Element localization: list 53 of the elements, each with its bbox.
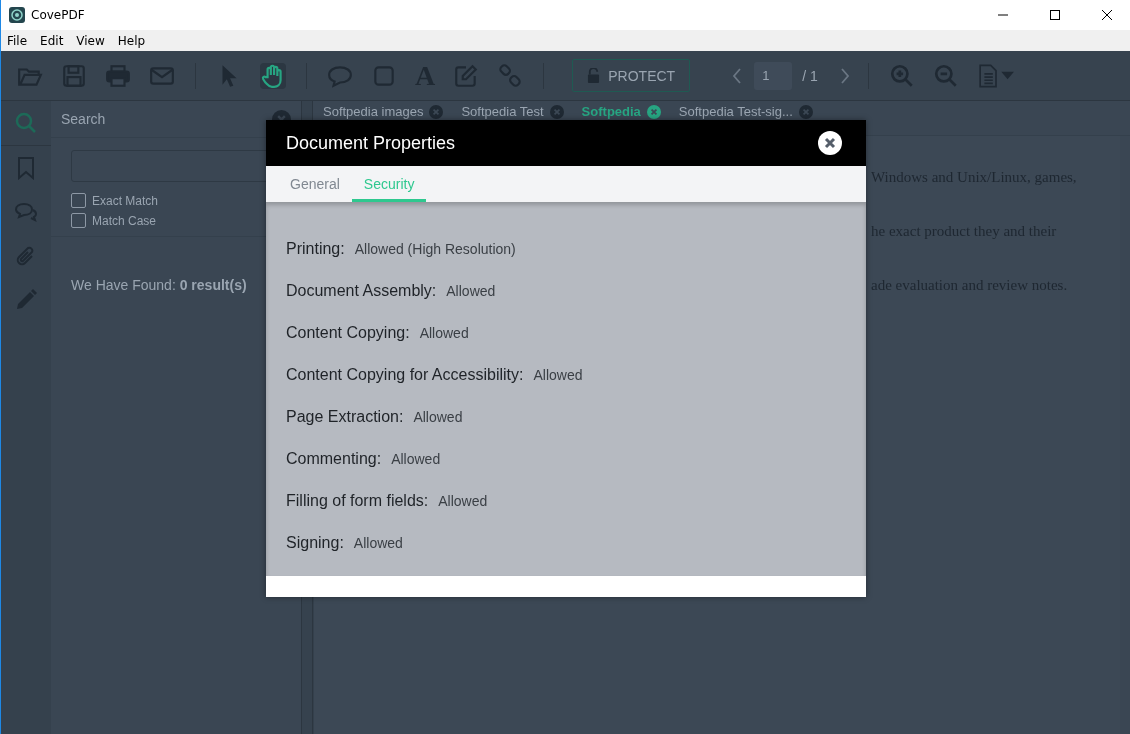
page-total: / 1 [802, 67, 818, 84]
property-label: Signing: [286, 534, 344, 552]
pencil-icon[interactable] [14, 288, 38, 312]
document-tab[interactable]: Softpedia [581, 104, 661, 119]
panel-title: Search [61, 111, 106, 127]
save-icon[interactable] [61, 62, 87, 89]
property-value: Allowed (High Resolution) [354, 241, 516, 257]
link-icon[interactable] [497, 62, 524, 89]
protect-button[interactable]: PROTECT [572, 59, 691, 92]
property-value: Allowed [438, 493, 488, 509]
checkbox-label: Exact Match [92, 193, 159, 208]
padlock-icon [587, 68, 601, 83]
maximize-icon[interactable] [1049, 9, 1061, 21]
menu-item[interactable]: View [76, 33, 105, 48]
property-value: Allowed [391, 451, 441, 467]
property-label: Content Copying: [286, 324, 410, 342]
document-tab[interactable]: Softpedia Test [461, 104, 564, 119]
property-label: Commenting: [286, 450, 382, 468]
checkbox-label: Match Case [92, 213, 157, 228]
zoom-in-icon[interactable] [888, 62, 915, 89]
chevron-right-icon[interactable] [839, 67, 850, 84]
document-tab[interactable]: Softpedia Test-sig... [678, 104, 813, 119]
checkbox[interactable] [71, 213, 86, 228]
comments-icon[interactable] [14, 200, 38, 224]
menu-item[interactable]: File [7, 33, 28, 48]
property-label: Document Assembly: [286, 282, 437, 300]
property-value: Allowed [353, 535, 403, 551]
property-value: Allowed [446, 283, 496, 299]
property-value: Allowed [533, 367, 583, 383]
property-label: Filling of form fields: [286, 492, 429, 510]
document-dropdown-icon[interactable] [976, 62, 1015, 89]
property-value: Allowed [419, 325, 469, 341]
dialog-title: Document Properties [286, 132, 456, 154]
search-icon[interactable] [14, 111, 38, 135]
close-icon[interactable] [1101, 9, 1113, 21]
app-logo-icon [9, 7, 25, 23]
chevron-left-icon[interactable] [732, 67, 743, 84]
page-number-field[interactable]: 1 [754, 61, 793, 90]
menu-item[interactable]: Help [117, 33, 146, 48]
close-icon[interactable] [818, 131, 842, 155]
property-value: Allowed [413, 409, 463, 425]
checkbox[interactable] [71, 193, 86, 208]
window-title: CovePDF [31, 8, 85, 22]
property-label: Content Copying for Accessibility: [286, 366, 524, 384]
dialog-tab[interactable]: General [278, 166, 352, 202]
edit-icon[interactable] [453, 62, 480, 89]
hand-icon[interactable] [260, 62, 286, 89]
property-label: Page Extraction: [286, 408, 404, 426]
menu-item[interactable]: Edit [40, 33, 64, 48]
zoom-out-icon[interactable] [932, 62, 959, 89]
document-tab[interactable]: Softpedia images [323, 104, 444, 119]
property-label: Printing: [286, 240, 345, 258]
printer-icon[interactable] [105, 62, 131, 89]
